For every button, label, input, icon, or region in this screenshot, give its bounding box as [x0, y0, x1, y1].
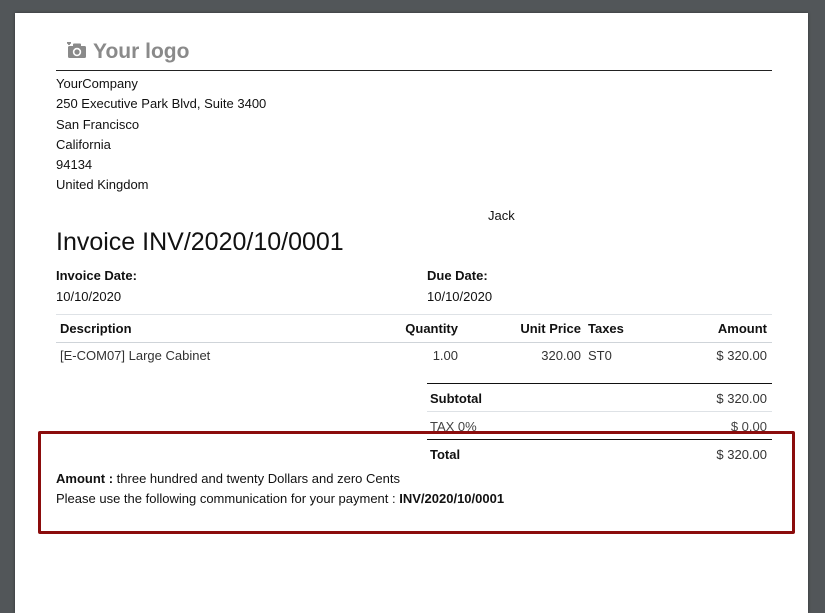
table-top-border — [56, 314, 772, 315]
row-amount: $ 320.00 — [716, 348, 767, 363]
invoice-title: Invoice INV/2020/10/0001 — [56, 228, 344, 256]
row-description: [E-COM07] Large Cabinet — [60, 348, 211, 363]
company-country: United Kingdom — [56, 177, 149, 193]
due-date-label: Due Date: — [427, 268, 488, 283]
row-taxes: ST0 — [588, 348, 612, 363]
company-zip: 94134 — [56, 157, 93, 173]
invoice-page: Your logo YourCompany 250 Executive Park… — [15, 13, 808, 613]
due-date-value: 10/10/2020 — [427, 289, 493, 304]
col-header-quantity: Quantity — [405, 321, 458, 336]
invoice-date-label: Invoice Date: — [56, 268, 137, 283]
company-state: California — [56, 136, 111, 152]
header-divider — [56, 70, 772, 71]
col-header-amount: Amount — [717, 321, 767, 336]
company-address: YourCompany 250 Executive Park Blvd, Sui… — [56, 74, 266, 196]
table-header-border — [56, 342, 772, 343]
company-name: YourCompany — [56, 76, 138, 91]
subtotal-top-border — [427, 383, 772, 384]
col-header-unit-price: Unit Price — [520, 321, 581, 336]
col-header-description: Description — [60, 321, 132, 336]
invoice-date-value: 10/10/2020 — [56, 289, 122, 304]
highlight-box — [38, 431, 795, 534]
tax-top-border — [427, 411, 772, 412]
camera-icon — [67, 41, 86, 58]
row-quantity: 1.00 — [432, 348, 458, 363]
company-logo: Your logo — [67, 39, 189, 65]
partner-name: Jack — [488, 208, 515, 223]
company-street: 250 Executive Park Blvd, Suite 3400 — [56, 96, 267, 112]
subtotal-label: Subtotal — [430, 391, 482, 406]
logo-text: Your logo — [93, 40, 190, 63]
row-unit-price: 320.00 — [541, 348, 581, 363]
col-header-taxes: Taxes — [588, 321, 624, 336]
company-city: San Francisco — [56, 116, 140, 132]
subtotal-value: $ 320.00 — [716, 391, 767, 406]
